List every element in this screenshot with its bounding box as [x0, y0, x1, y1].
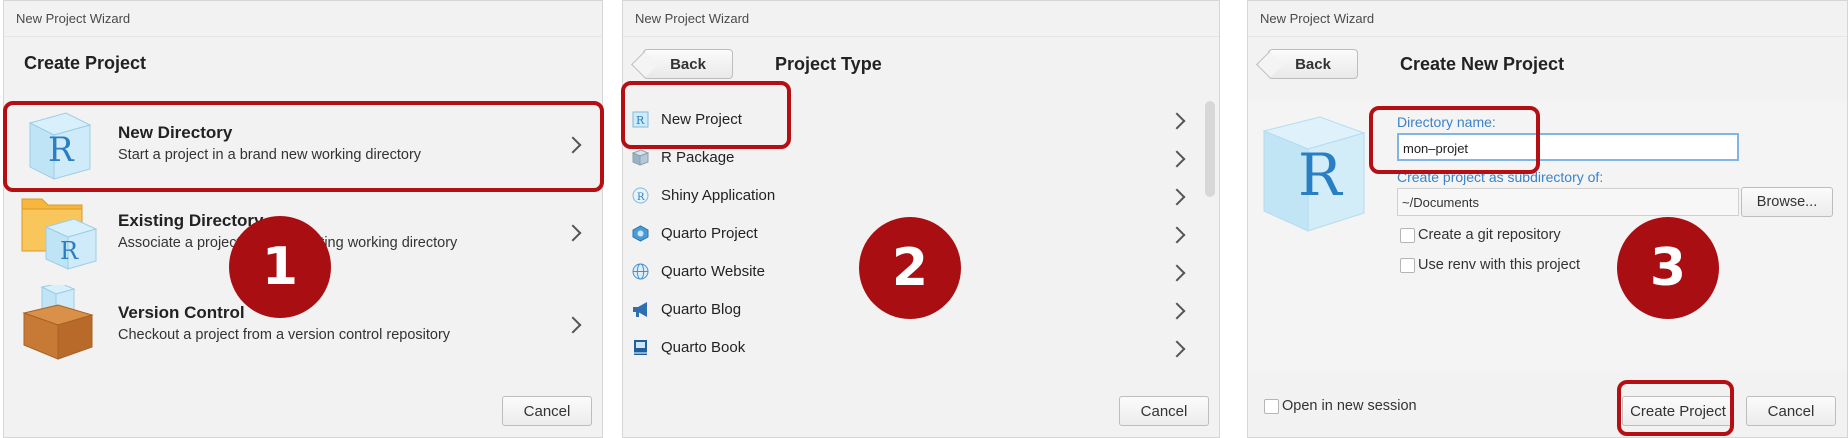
r-cube-icon: R	[1262, 116, 1366, 232]
chevron-right-icon	[1168, 150, 1186, 168]
option-title: Version Control	[118, 303, 245, 322]
scrollbar[interactable]	[1205, 101, 1215, 197]
chevron-right-icon	[1168, 302, 1186, 320]
type-label: Quarto Blog	[661, 301, 742, 318]
type-shiny-application[interactable]: R Shiny Application	[623, 177, 1203, 215]
globe-icon	[632, 263, 649, 280]
wizard-panel-create-new-project: New Project Wizard Back Create New Proje…	[1247, 0, 1848, 438]
page-title: Create New Project	[1400, 54, 1565, 74]
folder-r-icon: R	[21, 198, 98, 270]
renv-checkbox[interactable]	[1400, 258, 1415, 273]
window-title: New Project Wizard	[1248, 1, 1847, 37]
step-badge: 2	[859, 217, 961, 319]
open-new-session-label: Open in new session	[1282, 398, 1417, 414]
window-title: New Project Wizard	[4, 1, 602, 37]
svg-text:R: R	[637, 192, 645, 203]
back-button[interactable]: Back	[1268, 49, 1358, 79]
content-area: R Directory name: mon–projet Create proj…	[1248, 101, 1847, 371]
chevron-right-icon	[564, 316, 582, 334]
chevron-right-icon	[1168, 340, 1186, 358]
back-button[interactable]: Back	[643, 49, 733, 79]
page-title: Create Project	[24, 53, 147, 73]
type-label: Quarto Project	[661, 225, 758, 242]
git-repo-checkbox[interactable]	[1400, 228, 1415, 243]
page-title: Project Type	[775, 54, 882, 74]
megaphone-icon	[633, 302, 647, 317]
type-label: R Package	[661, 149, 735, 166]
highlight-box	[1369, 106, 1540, 174]
subdirectory-value: ~/Documents	[1402, 195, 1479, 210]
book-icon	[634, 340, 647, 355]
cancel-button[interactable]: Cancel	[502, 396, 592, 426]
type-label: Shiny Application	[661, 187, 776, 204]
chevron-right-icon	[564, 224, 582, 242]
type-quarto-book[interactable]: Quarto Book	[623, 329, 1203, 367]
package-box-icon	[22, 285, 94, 360]
subdirectory-field: ~/Documents	[1397, 188, 1739, 216]
open-new-session-checkbox[interactable]	[1264, 399, 1279, 414]
window-title: New Project Wizard	[623, 1, 1219, 37]
shiny-icon: R	[632, 187, 649, 204]
option-description: Checkout a project from a version contro…	[118, 327, 451, 343]
step-badge: 3	[1617, 217, 1719, 319]
renv-label: Use renv with this project	[1418, 257, 1580, 273]
quarto-icon	[632, 225, 649, 242]
git-repo-label: Create a git repository	[1418, 227, 1561, 243]
cancel-button[interactable]: Cancel	[1746, 396, 1836, 426]
step-badge: 1	[229, 216, 331, 318]
highlight-box	[1617, 380, 1734, 436]
chevron-right-icon	[1168, 112, 1186, 130]
svg-text:R: R	[1298, 141, 1344, 209]
browse-button[interactable]: Browse...	[1741, 187, 1833, 217]
type-label: Quarto Book	[661, 339, 746, 356]
cancel-button[interactable]: Cancel	[1119, 396, 1209, 426]
highlight-box	[3, 101, 604, 192]
wizard-panel-create-project: New Project Wizard Create Project R New …	[3, 0, 603, 438]
type-label: Quarto Website	[661, 263, 765, 280]
chevron-right-icon	[1168, 226, 1186, 244]
svg-text:R: R	[60, 237, 79, 265]
highlight-box	[621, 81, 791, 149]
option-title: Existing Directory	[118, 211, 264, 230]
r-package-icon	[632, 149, 649, 166]
chevron-right-icon	[1168, 188, 1186, 206]
chevron-right-icon	[1168, 264, 1186, 282]
